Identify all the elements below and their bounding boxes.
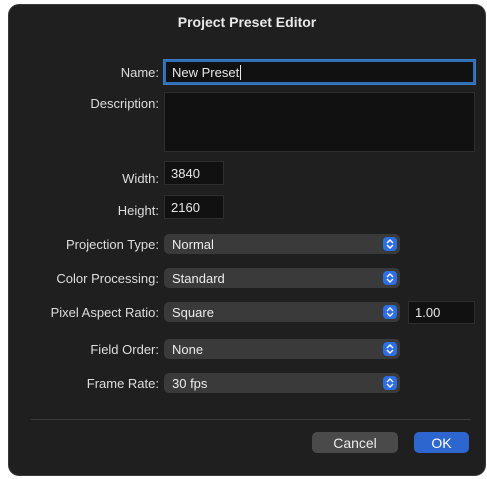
name-field[interactable]: New Preset: [164, 60, 475, 84]
width-field-value: 3840: [171, 165, 200, 181]
field-order-value: None: [172, 341, 204, 357]
field-order-label: Field Order:: [90, 342, 159, 357]
pixel-aspect-ratio-value: Square: [172, 304, 214, 320]
chevron-up-down-icon: [383, 271, 397, 285]
name-field-value: New Preset: [172, 64, 240, 80]
frame-rate-popup[interactable]: 30 fps: [164, 373, 400, 393]
dialog-title: Project Preset Editor: [177, 14, 317, 30]
description-field[interactable]: [164, 92, 475, 152]
field-order-popup[interactable]: None: [164, 339, 400, 359]
name-label: Name:: [120, 65, 159, 80]
color-processing-value: Standard: [172, 270, 225, 286]
chevron-up-down-icon: [383, 305, 397, 319]
description-label: Description:: [90, 96, 159, 111]
height-field-value: 2160: [171, 199, 200, 215]
frame-rate-value: 30 fps: [172, 375, 208, 391]
chevron-up-down-icon: [383, 342, 397, 356]
pixel-aspect-value-field[interactable]: 1.00: [408, 301, 475, 324]
pixel-aspect-ratio-label: Pixel Aspect Ratio:: [50, 305, 159, 320]
height-label: Height:: [117, 203, 159, 218]
projection-type-label: Projection Type:: [66, 237, 159, 252]
width-label: Width:: [122, 171, 159, 186]
color-processing-popup[interactable]: Standard: [164, 268, 400, 288]
preset-editor-dialog: Project Preset Editor Name: New Preset D…: [9, 5, 485, 475]
pixel-aspect-ratio-popup[interactable]: Square: [164, 302, 400, 322]
height-field[interactable]: 2160: [164, 195, 224, 219]
cancel-button[interactable]: Cancel: [312, 432, 398, 453]
chevron-up-down-icon: [383, 237, 397, 251]
projection-type-value: Normal: [172, 236, 214, 252]
chevron-up-down-icon: [383, 376, 397, 390]
frame-rate-label: Frame Rate:: [86, 376, 159, 391]
divider: [31, 419, 471, 420]
pixel-aspect-value: 1.00: [415, 305, 441, 320]
width-field[interactable]: 3840: [164, 161, 224, 185]
projection-type-popup[interactable]: Normal: [164, 234, 400, 254]
text-caret: [240, 64, 242, 80]
ok-button[interactable]: OK: [414, 432, 469, 453]
color-processing-label: Color Processing:: [56, 271, 159, 286]
